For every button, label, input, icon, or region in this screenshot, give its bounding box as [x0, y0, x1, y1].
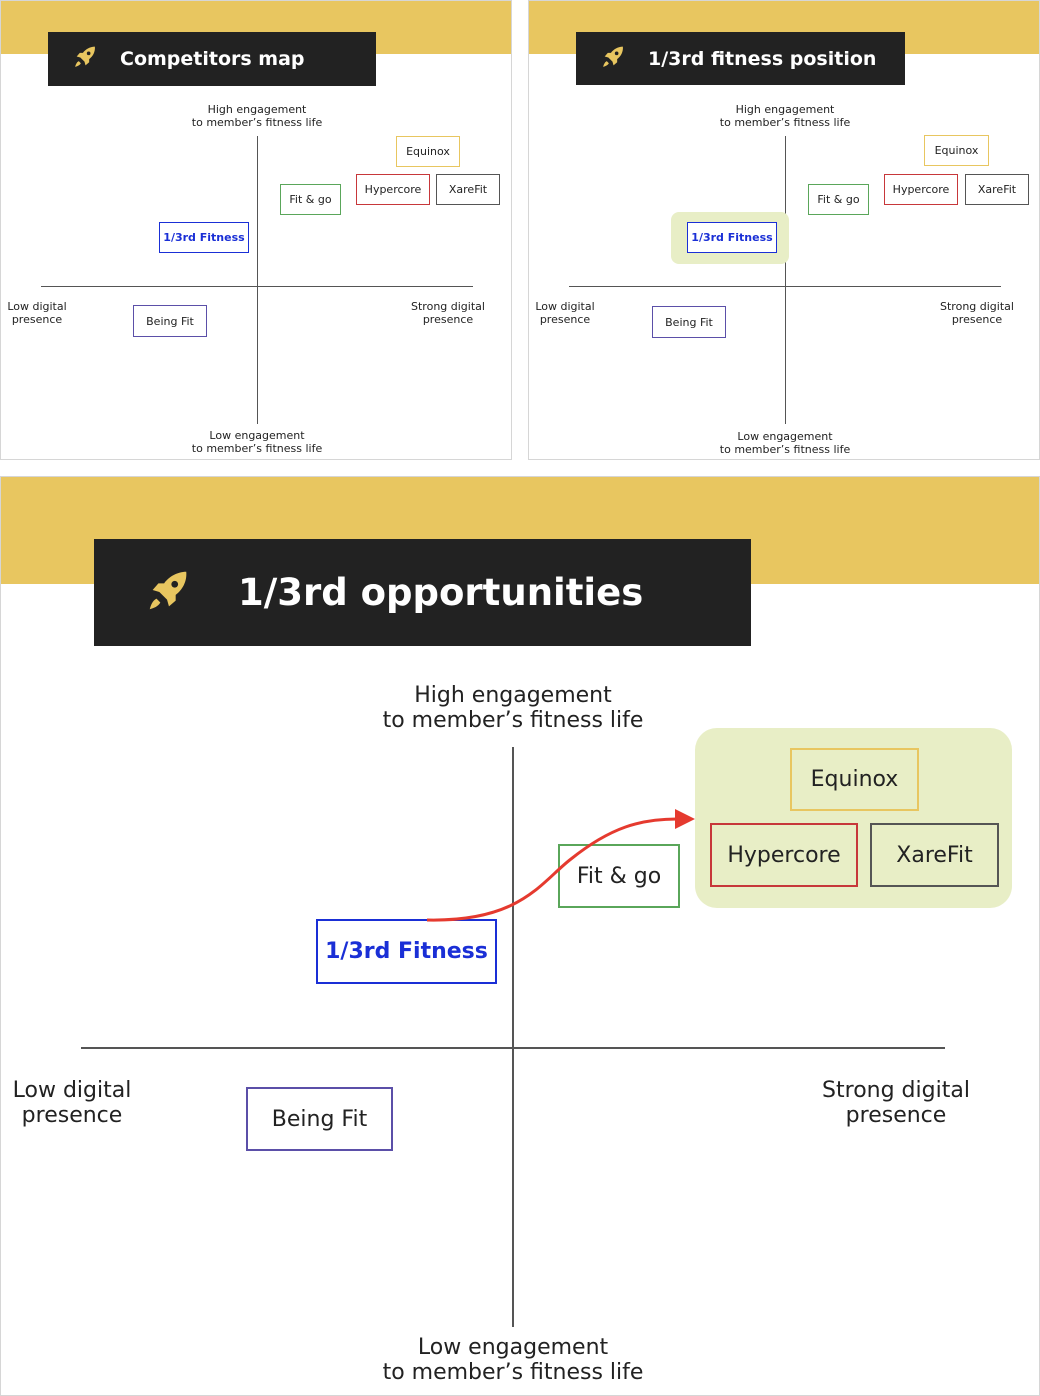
x-axis [569, 286, 1001, 287]
axis-bottom-label: Low engagement to member’s fitness life [191, 429, 323, 455]
company-xarefit: XareFit [965, 174, 1029, 205]
slide-competitors-map: Competitors map High engagement to membe… [0, 0, 512, 460]
company-fitgo: Fit & go [280, 184, 341, 215]
axis-left-label: Low digital presence [12, 1078, 132, 1129]
company-third-fitness: 1/3rd Fitness [316, 919, 497, 984]
axis-left-label: Low digital presence [7, 300, 67, 326]
axis-right-label: Strong digital presence [940, 300, 1014, 326]
axis-bottom-label: Low engagement to member’s fitness life [382, 1335, 644, 1386]
company-equinox: Equinox [924, 135, 989, 166]
rocket-icon [144, 567, 192, 619]
rocket-icon [600, 44, 626, 74]
company-hypercore: Hypercore [356, 174, 430, 205]
axis-right-label: Strong digital presence [411, 300, 485, 326]
axis-right-label: Strong digital presence [822, 1078, 970, 1129]
y-axis [785, 136, 786, 424]
company-third-fitness: 1/3rd Fitness [687, 222, 777, 253]
company-being-fit: Being Fit [652, 306, 726, 338]
title-bar: 1/3rd fitness position [576, 32, 905, 85]
company-xarefit: XareFit [870, 823, 999, 887]
x-axis [41, 286, 473, 287]
slide-title: Competitors map [120, 48, 305, 70]
slide-fitness-position: 1/3rd fitness position High engagement t… [528, 0, 1040, 460]
company-equinox: Equinox [790, 748, 919, 811]
company-hypercore: Hypercore [884, 174, 958, 205]
title-bar: 1/3rd opportunities [94, 539, 751, 646]
axis-left-label: Low digital presence [535, 300, 595, 326]
axis-bottom-label: Low engagement to member’s fitness life [719, 430, 851, 456]
slide-opportunities: 1/3rd opportunities High engagement to m… [0, 476, 1040, 1396]
y-axis [512, 747, 514, 1327]
company-being-fit: Being Fit [133, 305, 207, 337]
slide-title: 1/3rd opportunities [238, 571, 644, 614]
rocket-icon [72, 44, 98, 74]
company-equinox: Equinox [396, 136, 460, 167]
company-being-fit: Being Fit [246, 1087, 393, 1151]
company-third-fitness: 1/3rd Fitness [159, 222, 249, 253]
title-bar: Competitors map [48, 32, 376, 86]
x-axis [81, 1047, 945, 1049]
company-fitgo: Fit & go [558, 844, 680, 908]
company-fitgo: Fit & go [808, 184, 869, 215]
company-hypercore: Hypercore [710, 823, 858, 887]
company-xarefit: XareFit [436, 174, 500, 205]
y-axis [257, 136, 258, 424]
axis-top-label: High engagement to member’s fitness life [191, 103, 323, 129]
axis-top-label: High engagement to member’s fitness life [382, 683, 644, 734]
axis-top-label: High engagement to member’s fitness life [719, 103, 851, 129]
slide-title: 1/3rd fitness position [648, 47, 877, 70]
